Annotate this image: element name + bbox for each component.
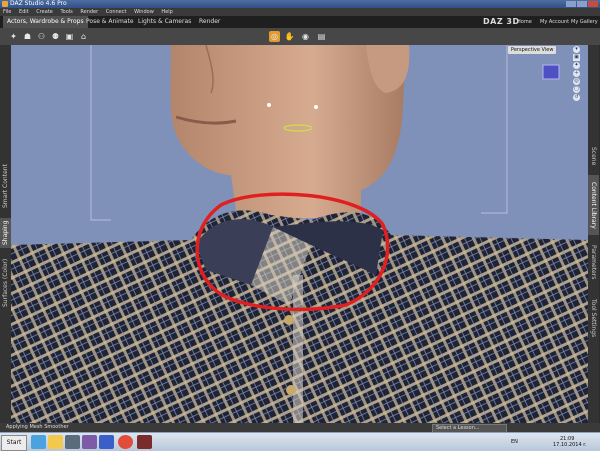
status-message: Applying Mesh Smoother	[6, 424, 69, 430]
tab-content-library[interactable]: Content Library	[588, 175, 599, 235]
os-taskbar: Start EN 21:09 17.10.2014 r.	[0, 432, 600, 451]
tab-parameters[interactable]: Parameters	[588, 237, 599, 287]
frame-icon[interactable]: ▢	[573, 86, 580, 93]
daz-logo: DAZ 3D	[483, 17, 520, 26]
toolbar: ✦ ☗ ⚇ ⚉ ▣ ⌂ ◎ ✋ ◉ ▤	[0, 28, 600, 46]
menu-tools[interactable]: Tools	[60, 9, 72, 15]
viewport-options-icon[interactable]: ▾	[573, 46, 580, 53]
tab-surfaces[interactable]: Surfaces (Color)	[0, 251, 11, 315]
menu-window[interactable]: Window	[134, 9, 154, 15]
tab-scene[interactable]: Scene	[588, 141, 599, 171]
image-icon[interactable]: ▣	[64, 31, 75, 42]
menu-bar: File Edit Create Tools Render Connect Wi…	[0, 8, 600, 16]
minimize-button[interactable]	[566, 1, 576, 7]
menu-connect[interactable]: Connect	[106, 9, 127, 15]
figure-pose-icon[interactable]: ✦	[8, 31, 19, 42]
menu-render[interactable]: Render	[80, 9, 98, 15]
title-bar: DAZ Studio 4.6 Pro	[0, 0, 600, 8]
status-bar: Applying Mesh Smoother Select a Lesson..…	[0, 423, 600, 433]
my-account-link[interactable]: My Account	[540, 16, 569, 28]
home-link[interactable]: Home	[517, 16, 532, 28]
left-pane-tabs: Smart Content Shaping Surfaces (Color)	[0, 45, 11, 423]
close-button[interactable]	[588, 1, 598, 7]
app-icon	[2, 1, 8, 7]
spot-render-icon[interactable]: ◎	[269, 31, 280, 42]
orbit-icon[interactable]: ✦	[573, 62, 580, 69]
window-title: DAZ Studio 4.6 Pro	[10, 0, 67, 7]
figure-add-icon[interactable]: ☗	[22, 31, 33, 42]
app-explorer-icon[interactable]	[48, 435, 63, 449]
app-blue-icon[interactable]	[99, 435, 114, 449]
activity-tabs: Actors, Wardrobe & Props Pose & Animate …	[0, 16, 600, 28]
menu-edit[interactable]: Edit	[19, 9, 29, 15]
viewport-cube-icon[interactable]: ▣	[573, 54, 580, 61]
home-icon[interactable]: ⌂	[78, 31, 89, 42]
hand-icon[interactable]: ✋	[284, 31, 295, 42]
camera-icon[interactable]: ◉	[300, 31, 311, 42]
language-indicator[interactable]: EN	[511, 439, 518, 445]
right-pane-tabs: Scene Content Library Parameters Tool Se…	[588, 45, 599, 423]
app-daz-icon[interactable]	[137, 435, 152, 449]
scene-render	[11, 45, 588, 423]
tab-render[interactable]: Render	[195, 16, 224, 28]
app-vs-icon[interactable]	[82, 435, 97, 449]
tab-smart-content[interactable]: Smart Content	[0, 155, 11, 217]
window-controls	[566, 1, 598, 7]
menu-create[interactable]: Create	[36, 9, 53, 15]
app-calendar-icon[interactable]	[65, 435, 80, 449]
reset-view-icon[interactable]: ↺	[573, 94, 580, 101]
pan-icon[interactable]: ◎	[573, 78, 580, 85]
app-chrome-icon[interactable]	[118, 435, 133, 449]
tab-tool-settings[interactable]: Tool Settings	[588, 289, 599, 347]
my-gallery-link[interactable]: My Gallery	[571, 16, 598, 28]
menu-help[interactable]: Help	[161, 9, 172, 15]
figure-people-icon[interactable]: ⚉	[50, 31, 61, 42]
tab-shaping[interactable]: Shaping	[0, 218, 11, 248]
3d-viewport[interactable]: Perspective View ▾ ▣ ✦ ＋ ◎ ▢ ↺	[11, 45, 588, 423]
zoom-icon[interactable]: ＋	[573, 70, 580, 77]
tab-actors-wardrobe-props[interactable]: Actors, Wardrobe & Props	[3, 16, 88, 28]
clock-date: 17.10.2014 r.	[553, 442, 587, 448]
menu-file[interactable]: File	[3, 9, 11, 15]
start-button[interactable]: Start	[1, 435, 27, 451]
box-icon[interactable]: ▤	[316, 31, 327, 42]
tab-pose-animate[interactable]: Pose & Animate	[82, 16, 138, 28]
maximize-button[interactable]	[577, 1, 587, 7]
tab-lights-cameras[interactable]: Lights & Cameras	[134, 16, 195, 28]
figure-group-icon[interactable]: ⚇	[36, 31, 47, 42]
app-ie-icon[interactable]	[31, 435, 46, 449]
camera-dropdown[interactable]: Perspective View	[508, 46, 557, 54]
